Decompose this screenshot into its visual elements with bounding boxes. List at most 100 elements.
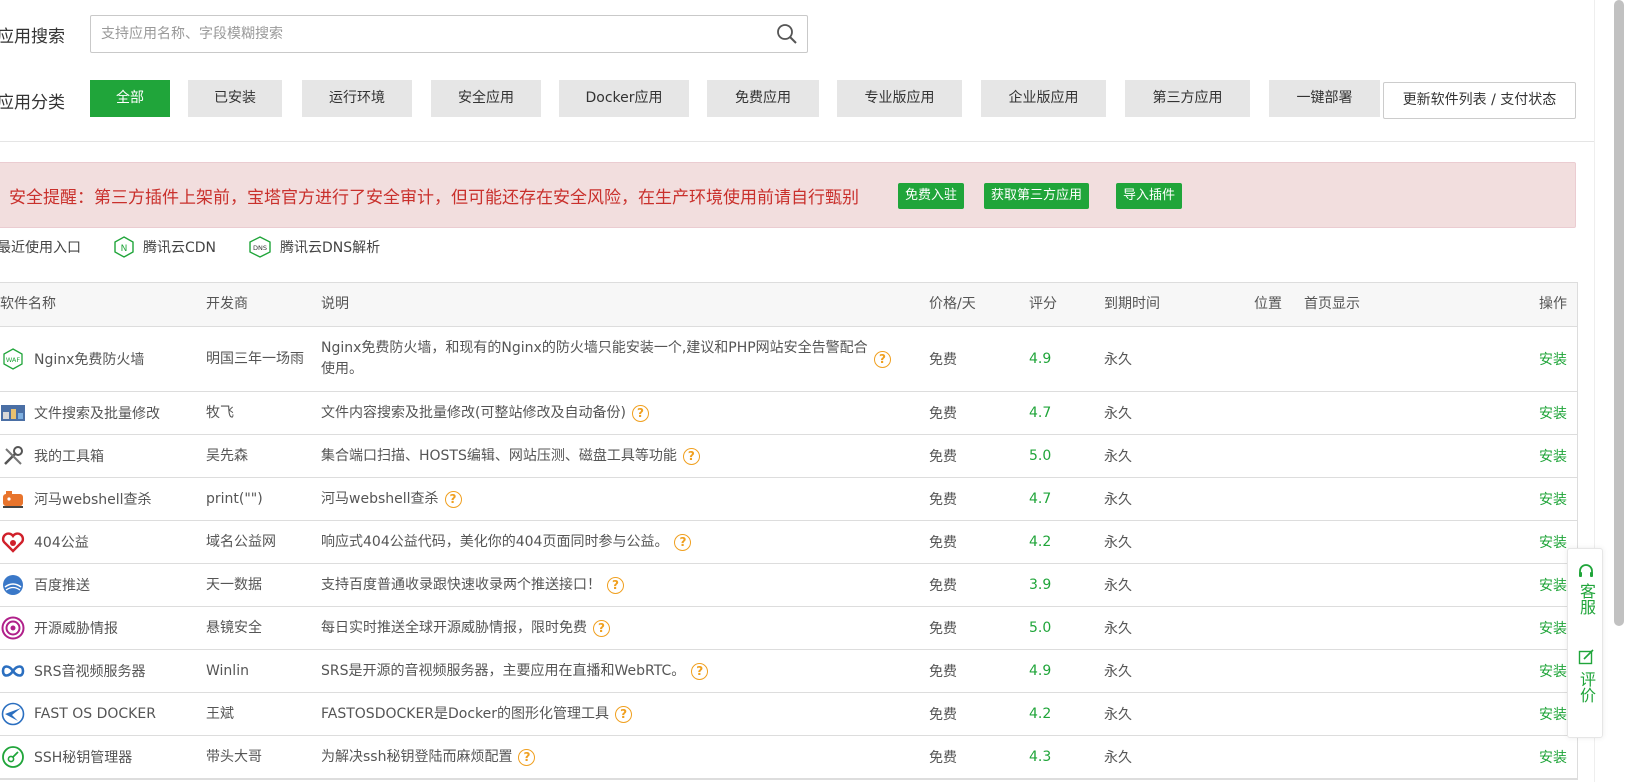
th-expire[interactable]: 到期时间 [1104,283,1160,326]
cell-developer: 明国三年一场雨 [206,350,304,367]
software-name: SRS音视频服务器 [34,664,146,680]
svg-text:WAF: WAF [6,356,21,364]
cell-price: 免费 [929,621,957,637]
help-icon[interactable]: ? [874,350,891,368]
cell-expire: 永久 [1104,621,1132,637]
tab-security[interactable]: 安全应用 [431,80,541,117]
cell-score: 4.7 [1029,405,1052,421]
cell-expire: 永久 [1104,492,1132,508]
th-name: 软件名称 [0,296,56,312]
software-name: 文件搜索及批量修改 [34,406,160,422]
cell-description: Nginx免费防火墙，和现有的Nginx的防火墙只能安装一个,建议和PHP网站安… [321,327,891,391]
tab-one-click[interactable]: 一键部署 [1269,80,1380,117]
tab-enterprise[interactable]: 企业版应用 [981,80,1106,117]
tab-installed[interactable]: 已安装 [188,80,282,117]
tab-free[interactable]: 免费应用 [707,80,819,117]
waf-shield-icon: WAF [0,346,26,372]
cell-score: 3.9 [1029,577,1052,593]
table-row: FAST OS DOCKER 王斌 FASTOSDOCKER是Docker的图形… [0,693,1577,736]
toolbox-icon [0,443,26,469]
software-name: 我的工具箱 [34,449,104,465]
install-link[interactable]: 安装 [1539,392,1567,434]
cell-name: 我的工具箱 [0,435,104,477]
install-link[interactable]: 安装 [1539,521,1567,563]
tab-all[interactable]: 全部 [90,80,170,117]
th-score[interactable]: 评分 [1029,283,1057,326]
float-service-panel: 客服 评价 [1567,548,1603,738]
tab-third-party[interactable]: 第三方应用 [1125,80,1250,117]
description-text: 响应式404公益代码，美化你的404页面同时参与公益。 [321,533,669,550]
description-text: 文件内容搜索及批量修改(可整站修改及自动备份) [321,404,626,421]
recent-item-tencent-cdn[interactable]: N 腾讯云CDN [113,236,216,258]
search-input[interactable] [91,16,767,52]
cell-price: 免费 [929,535,957,551]
search-label: 应用搜索 [0,27,65,47]
install-link[interactable]: 安装 [1539,693,1567,735]
svg-text:DNS: DNS [253,244,267,252]
help-icon[interactable]: ? [691,662,709,680]
cell-price: 免费 [929,406,957,422]
cell-description: SRS是开源的音视频服务器，主要应用在直播和WebRTC。 ? [321,650,891,692]
cell-price: 免费 [929,492,957,508]
free-join-button[interactable]: 免费入驻 [898,183,965,209]
edit-icon [1578,649,1594,665]
software-name: Nginx免费防火墙 [34,352,145,368]
software-name: 开源威胁情报 [34,621,118,637]
tab-docker[interactable]: Docker应用 [559,80,689,117]
install-link[interactable]: 安装 [1539,607,1567,649]
cell-developer: 牧飞 [206,404,234,421]
help-icon[interactable]: ? [444,490,462,508]
divider [0,141,1594,142]
service-label: 客服 [1577,583,1596,615]
help-icon[interactable]: ? [674,533,692,551]
help-icon[interactable]: ? [593,619,610,637]
description-text: SRS是开源的音视频服务器，主要应用在直播和WebRTC。 [321,662,686,679]
cell-developer: 带头大哥 [206,748,262,765]
install-link[interactable]: 安装 [1539,478,1567,520]
cell-description: 集合端口扫描、HOSTS编辑、网站压测、磁盘工具等功能 ? [321,435,891,477]
cell-name: 百度推送 [0,564,90,606]
help-icon[interactable]: ? [518,748,536,766]
tab-pro[interactable]: 专业版应用 [837,80,962,117]
cell-score: 5.0 [1029,448,1052,464]
cell-name: SRS音视频服务器 [0,650,146,692]
import-plugin-button[interactable]: 导入插件 [1116,183,1183,209]
install-link[interactable]: 安装 [1539,435,1567,477]
cell-expire: 永久 [1104,535,1132,551]
install-link[interactable]: 安装 [1539,736,1567,778]
search-icon[interactable] [767,16,807,52]
scrollbar-thumb[interactable] [1614,0,1624,626]
install-link[interactable]: 安装 [1539,650,1567,692]
software-name: 404公益 [34,535,89,551]
update-list-button[interactable]: 更新软件列表 / 支付状态 [1383,82,1576,119]
help-icon[interactable]: ? [615,705,633,723]
tab-runtime[interactable]: 运行环境 [302,80,412,117]
ssh-key-icon [0,744,26,770]
cell-name: WAF Nginx免费防火墙 [0,327,144,391]
help-icon[interactable]: ? [607,576,624,594]
install-link[interactable]: 安装 [1539,564,1567,606]
software-name: FAST OS DOCKER [34,706,156,722]
cell-description: 河马webshell查杀 ? [321,478,891,520]
search-box[interactable] [90,15,808,53]
th-developer: 开发商 [206,296,248,312]
tencent-dns-icon: DNS [249,236,271,258]
install-link[interactable]: 安装 [1539,327,1567,391]
table-row: WAF Nginx免费防火墙 明国三年一场雨 Nginx免费防火墙，和现有的Ng… [0,327,1577,392]
cell-developer: print("") [206,490,263,507]
th-price[interactable]: 价格/天 [929,283,976,326]
headset-icon [1579,564,1593,577]
customer-service-button[interactable]: 客服 [1568,563,1604,615]
th-description: 说明 [321,296,349,312]
get-third-party-button[interactable]: 获取第三方应用 [984,183,1090,209]
recent-item-label: 腾讯云DNS解析 [280,240,381,256]
table-row: 河马webshell查杀 print("") 河马webshell查杀 ? 免费… [0,478,1577,521]
rate-button[interactable]: 评价 [1568,649,1604,703]
table-header: 软件名称 开发商 说明 价格/天 评分 到期时间 位置 首页显示 操作 [0,282,1577,327]
cell-description: 文件内容搜索及批量修改(可整站修改及自动备份) ? [321,392,891,434]
help-icon[interactable]: ? [631,404,649,422]
cell-score: 5.0 [1029,620,1052,636]
recent-item-tencent-dns[interactable]: DNS 腾讯云DNS解析 [248,236,380,258]
help-icon[interactable]: ? [682,447,700,465]
table-row: 我的工具箱 吴先森 集合端口扫描、HOSTS编辑、网站压测、磁盘工具等功能 ? … [0,435,1577,478]
